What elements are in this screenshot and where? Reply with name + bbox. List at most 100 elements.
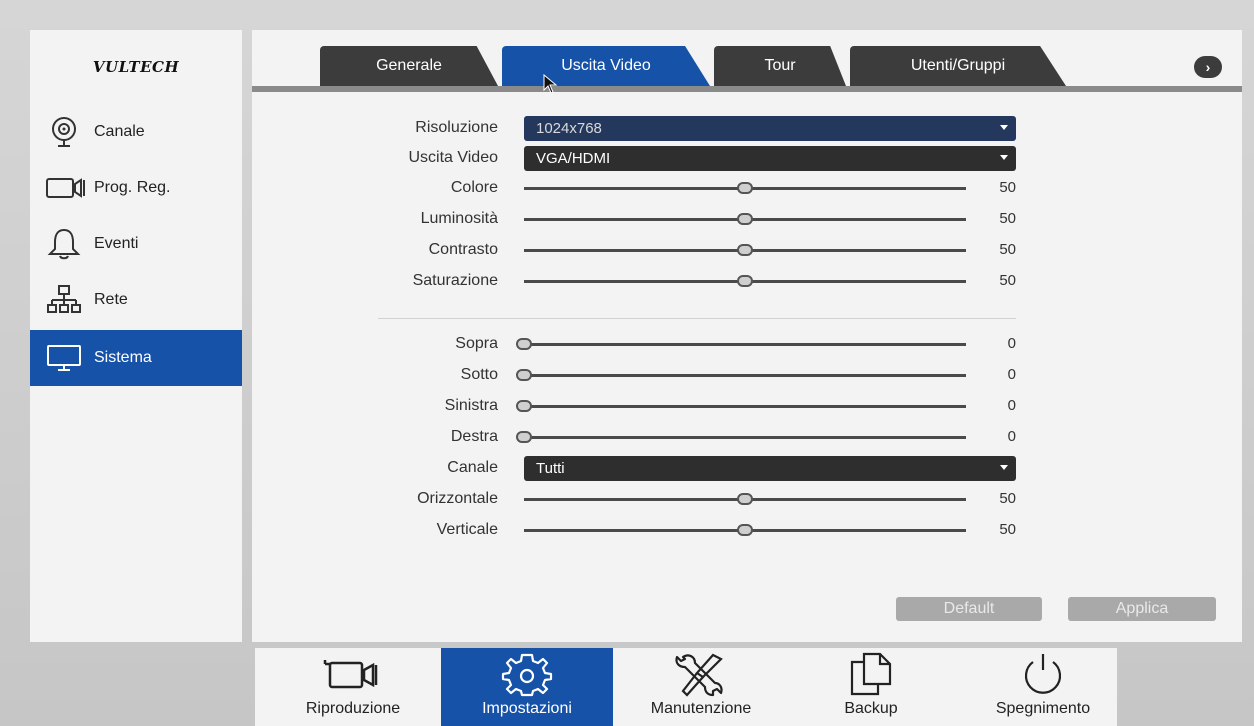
slider-thumb[interactable] — [516, 400, 532, 412]
power-icon — [1018, 648, 1068, 700]
dock-item-label: Impostazioni — [482, 700, 572, 717]
slider-thumb[interactable] — [737, 275, 753, 287]
row-colore: Colore 50 — [252, 174, 1242, 202]
main-panel: Generale Uscita Video Tour Utenti/Gruppi… — [252, 30, 1242, 642]
row-verticale: Verticale 50 — [252, 516, 1242, 544]
tab-generale[interactable]: Generale — [320, 46, 498, 86]
sidebar-item-sistema[interactable]: Sistema — [30, 330, 242, 386]
row-sotto: Sotto 0 — [252, 361, 1242, 389]
slider-value: 50 — [999, 272, 1016, 289]
orizzontale-slider[interactable] — [524, 493, 966, 505]
tools-icon — [673, 648, 729, 700]
field-label: Sotto — [460, 366, 498, 383]
slider-thumb[interactable] — [516, 369, 532, 381]
row-canale: Canale Tutti — [252, 454, 1242, 482]
dock-item-manutenzione[interactable]: Manutenzione — [615, 648, 787, 726]
sidebar-item-label: Prog. Reg. — [94, 179, 171, 196]
field-label: Uscita Video — [408, 149, 498, 166]
field-label: Destra — [450, 428, 498, 445]
sidebar-item-eventi[interactable]: Eventi — [30, 216, 242, 272]
field-label: Canale — [447, 459, 498, 476]
row-uscita-video: Uscita Video VGA/HDMI — [252, 144, 1242, 172]
logo: VULTECH — [30, 30, 242, 104]
dvr-settings-screen: VULTECH Canale Prog. Reg. Eventi Rete Si… — [0, 0, 1254, 726]
dock-item-impostazioni[interactable]: Impostazioni — [441, 648, 613, 726]
row-contrasto: Contrasto 50 — [252, 236, 1242, 264]
slider-thumb[interactable] — [737, 524, 753, 536]
camera-icon — [46, 114, 90, 150]
field-label: Risoluzione — [415, 119, 498, 136]
chevron-down-icon — [1000, 155, 1008, 160]
sidebar-item-label: Canale — [94, 123, 145, 140]
sidebar-item-canale[interactable]: Canale — [30, 104, 242, 160]
mouse-cursor-icon — [543, 74, 558, 94]
chevron-down-icon — [1000, 125, 1008, 130]
canale-select[interactable]: Tutti — [524, 456, 1016, 481]
tab-bar: Generale Uscita Video Tour Utenti/Gruppi… — [252, 30, 1242, 92]
sidebar-item-label: Eventi — [94, 235, 139, 252]
tab-uscita-video[interactable]: Uscita Video — [502, 46, 710, 86]
bottom-dock: Riproduzione Impostazioni Manutenzione B… — [255, 648, 1117, 726]
field-label: Colore — [450, 179, 498, 196]
tab-utenti-gruppi[interactable]: Utenti/Gruppi — [850, 46, 1066, 86]
colore-slider[interactable] — [524, 182, 966, 194]
tab-tour[interactable]: Tour — [714, 46, 846, 86]
sopra-slider[interactable] — [516, 338, 966, 350]
gear-icon — [499, 648, 555, 700]
select-value: 1024x768 — [536, 120, 602, 137]
slider-thumb[interactable] — [737, 182, 753, 194]
slider-value: 0 — [1007, 366, 1016, 383]
field-label: Orizzontale — [417, 490, 498, 507]
slider-value: 0 — [1007, 397, 1016, 414]
apply-button[interactable]: Applica — [1068, 597, 1216, 621]
slider-value: 50 — [999, 210, 1016, 227]
slider-thumb[interactable] — [516, 338, 532, 350]
tab-label: Utenti/Gruppi — [910, 57, 1006, 74]
slider-thumb[interactable] — [737, 493, 753, 505]
dock-item-label: Backup — [844, 700, 898, 717]
slider-thumb[interactable] — [737, 244, 753, 256]
slider-value: 50 — [999, 241, 1016, 258]
contrasto-slider[interactable] — [524, 244, 966, 256]
default-button[interactable]: Default — [896, 597, 1042, 621]
section-divider — [378, 318, 1016, 319]
field-label: Sinistra — [444, 397, 498, 414]
verticale-slider[interactable] — [524, 524, 966, 536]
field-label: Saturazione — [412, 272, 498, 289]
dock-item-backup[interactable]: Backup — [785, 648, 957, 726]
dock-item-spegnimento[interactable]: Spegnimento — [957, 648, 1129, 726]
copy-icon — [846, 648, 896, 700]
risoluzione-select[interactable]: 1024x768 — [524, 116, 1016, 141]
logo-text: VULTECH — [92, 58, 180, 76]
dock-item-label: Manutenzione — [650, 700, 752, 717]
destra-slider[interactable] — [516, 431, 966, 443]
field-label: Contrasto — [428, 241, 498, 258]
select-value: VGA/HDMI — [536, 150, 611, 167]
sotto-slider[interactable] — [516, 369, 966, 381]
tab-label: Generale — [376, 57, 442, 74]
sidebar: VULTECH Canale Prog. Reg. Eventi Rete Si… — [30, 30, 242, 642]
dock-item-riproduzione[interactable]: Riproduzione — [267, 648, 439, 726]
slider-value: 0 — [1007, 428, 1016, 445]
dock-item-label: Spegnimento — [995, 700, 1091, 717]
row-destra: Destra 0 — [252, 423, 1242, 451]
tab-label: Uscita Video — [561, 57, 651, 74]
row-sopra: Sopra 0 — [252, 330, 1242, 358]
sidebar-item-rete[interactable]: Rete — [30, 272, 242, 328]
tab-label: Tour — [764, 57, 796, 74]
network-icon — [46, 282, 90, 318]
saturazione-slider[interactable] — [524, 275, 966, 287]
sidebar-item-prog-reg[interactable]: Prog. Reg. — [30, 160, 242, 216]
sinistra-slider[interactable] — [516, 400, 966, 412]
field-label: Verticale — [436, 521, 498, 538]
dock-item-label: Riproduzione — [305, 700, 401, 717]
field-label: Luminosità — [420, 210, 498, 227]
uscita-video-select[interactable]: VGA/HDMI — [524, 146, 1016, 171]
slider-value: 0 — [1007, 335, 1016, 352]
luminosita-slider[interactable] — [524, 213, 966, 225]
slider-value: 50 — [999, 490, 1016, 507]
slider-thumb[interactable] — [737, 213, 753, 225]
slider-value: 50 — [999, 179, 1016, 196]
chevron-right-icon[interactable]: › — [1194, 56, 1222, 78]
slider-thumb[interactable] — [516, 431, 532, 443]
